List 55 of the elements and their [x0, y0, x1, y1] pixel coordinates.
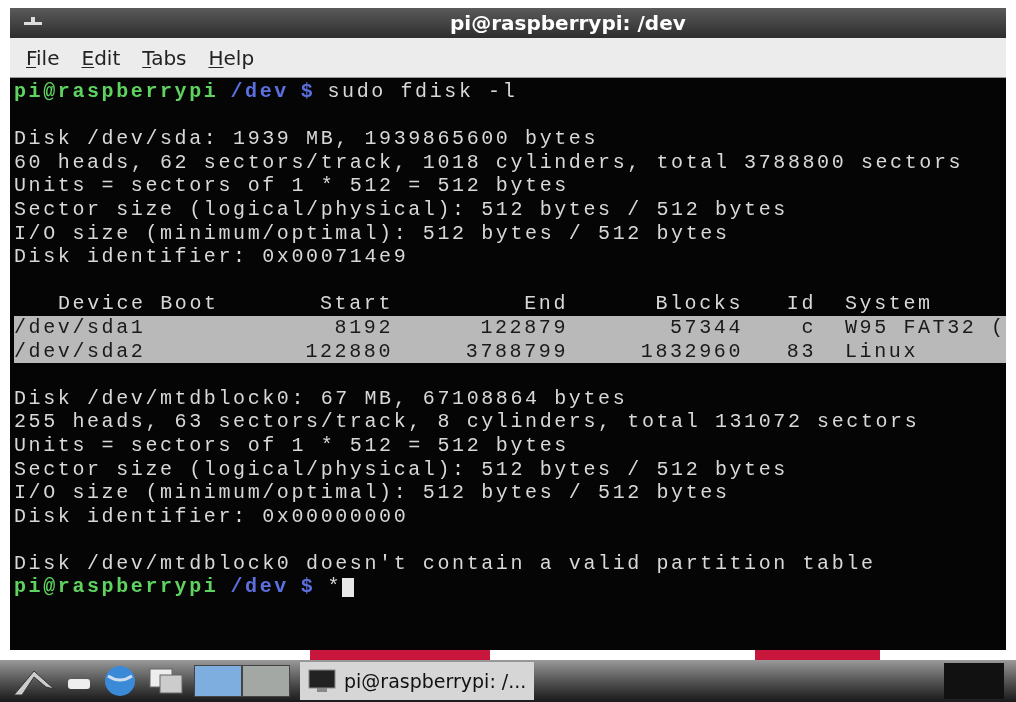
output-line: Sector size (logical/physical): 512 bytes / 512 bytes: [14, 197, 789, 222]
column-header: Start: [320, 292, 393, 316]
table-cell-text: W95 FAT32 (: [844, 315, 1006, 340]
output-line: Disk identifier: 0x00000000: [14, 504, 410, 529]
column-header: End: [524, 292, 568, 316]
text-cursor: [342, 577, 355, 597]
output-line: 60 heads, 62 sectors/track, 1018 cylinders, total 3788800 sectors: [14, 150, 965, 175]
output-line: Sector size (logical/physical): 512 bytes / 512 bytes: [14, 457, 789, 482]
column-header: Device Boot: [58, 292, 219, 316]
output-line: Disk identifier: 0x000714e9: [14, 245, 410, 269]
table-cell-text: 1832960: [639, 339, 743, 364]
task-button[interactable]: pi@raspberrypi: /...: [300, 662, 535, 700]
windows-icon[interactable]: [148, 667, 184, 695]
terminal-area[interactable]: [10, 78, 1006, 650]
desktop-pager[interactable]: [194, 665, 242, 697]
menu-item[interactable]: Edit: [81, 42, 121, 73]
prompt-user: pi@raspberrypi: [14, 575, 219, 600]
table-cell-text: /dev/sda2: [14, 339, 147, 364]
output-line: Disk /dev/mtdblock0 doesn't contain a valid partition table: [14, 551, 877, 576]
prompt-user: pi@raspberrypi: [14, 80, 219, 104]
table-cell-text: 122879: [479, 315, 568, 340]
output-line: Disk /dev/sda: 1939 MB, 1939865600 bytes: [14, 127, 600, 151]
prompt-symbol: $: [300, 80, 316, 104]
partition-row[interactable]: /dev/sda1 8192 122879 57344 c W95 FAT32 (: [14, 315, 1006, 340]
output-line: Disk /dev/mtdblock0: 67 MB, 67108864 bytes: [14, 386, 629, 411]
command-text: *: [327, 575, 343, 600]
table-cell-text: 3788799: [464, 339, 568, 364]
output-line: I/O size (minimum/optimal): 512 bytes / 512 bytes: [14, 221, 731, 246]
menu-item[interactable]: File: [26, 42, 60, 73]
menu-item[interactable]: Help: [208, 42, 255, 73]
output-line: 255 heads, 63 sectors/track, 8 cylinders, total 131072 sectors: [14, 410, 921, 434]
output-line: Units = sectors of 1 * 512 = 512 bytes: [14, 174, 570, 198]
monitor-icon: [308, 669, 336, 693]
table-cell-text: c: [800, 315, 816, 340]
output-line: I/O size (minimum/optimal): 512 bytes / 512 bytes: [14, 481, 731, 505]
table-cell-text: Linux: [844, 339, 919, 364]
prompt-path: /dev: [230, 80, 289, 104]
window-title: pi@raspberrypi: /dev: [450, 10, 686, 37]
menu-item[interactable]: Tabs: [142, 42, 187, 73]
desktop-pager[interactable]: [242, 665, 290, 697]
prompt-symbol: $: [300, 575, 316, 600]
prompt-path: /dev: [230, 575, 289, 600]
column-header: Id: [786, 292, 816, 316]
column-header: Blocks: [655, 292, 743, 316]
partition-row[interactable]: /dev/sda2 122880 3788799 1832960 83 Linux: [14, 339, 1006, 364]
column-header: System: [845, 292, 933, 316]
command-text: sudo fdisk -l: [327, 80, 518, 104]
tray-block: [944, 663, 1004, 699]
table-cell-text: 8192: [333, 315, 393, 340]
table-cell-text: 83: [785, 339, 816, 364]
output-line: Units = sectors of 1 * 512 = 512 bytes: [14, 433, 570, 458]
table-cell-text: 57344: [669, 315, 743, 340]
table-cell-text: /dev/sda1: [14, 315, 147, 340]
table-cell-text: 122880: [304, 339, 393, 364]
globe-icon[interactable]: [102, 664, 138, 698]
